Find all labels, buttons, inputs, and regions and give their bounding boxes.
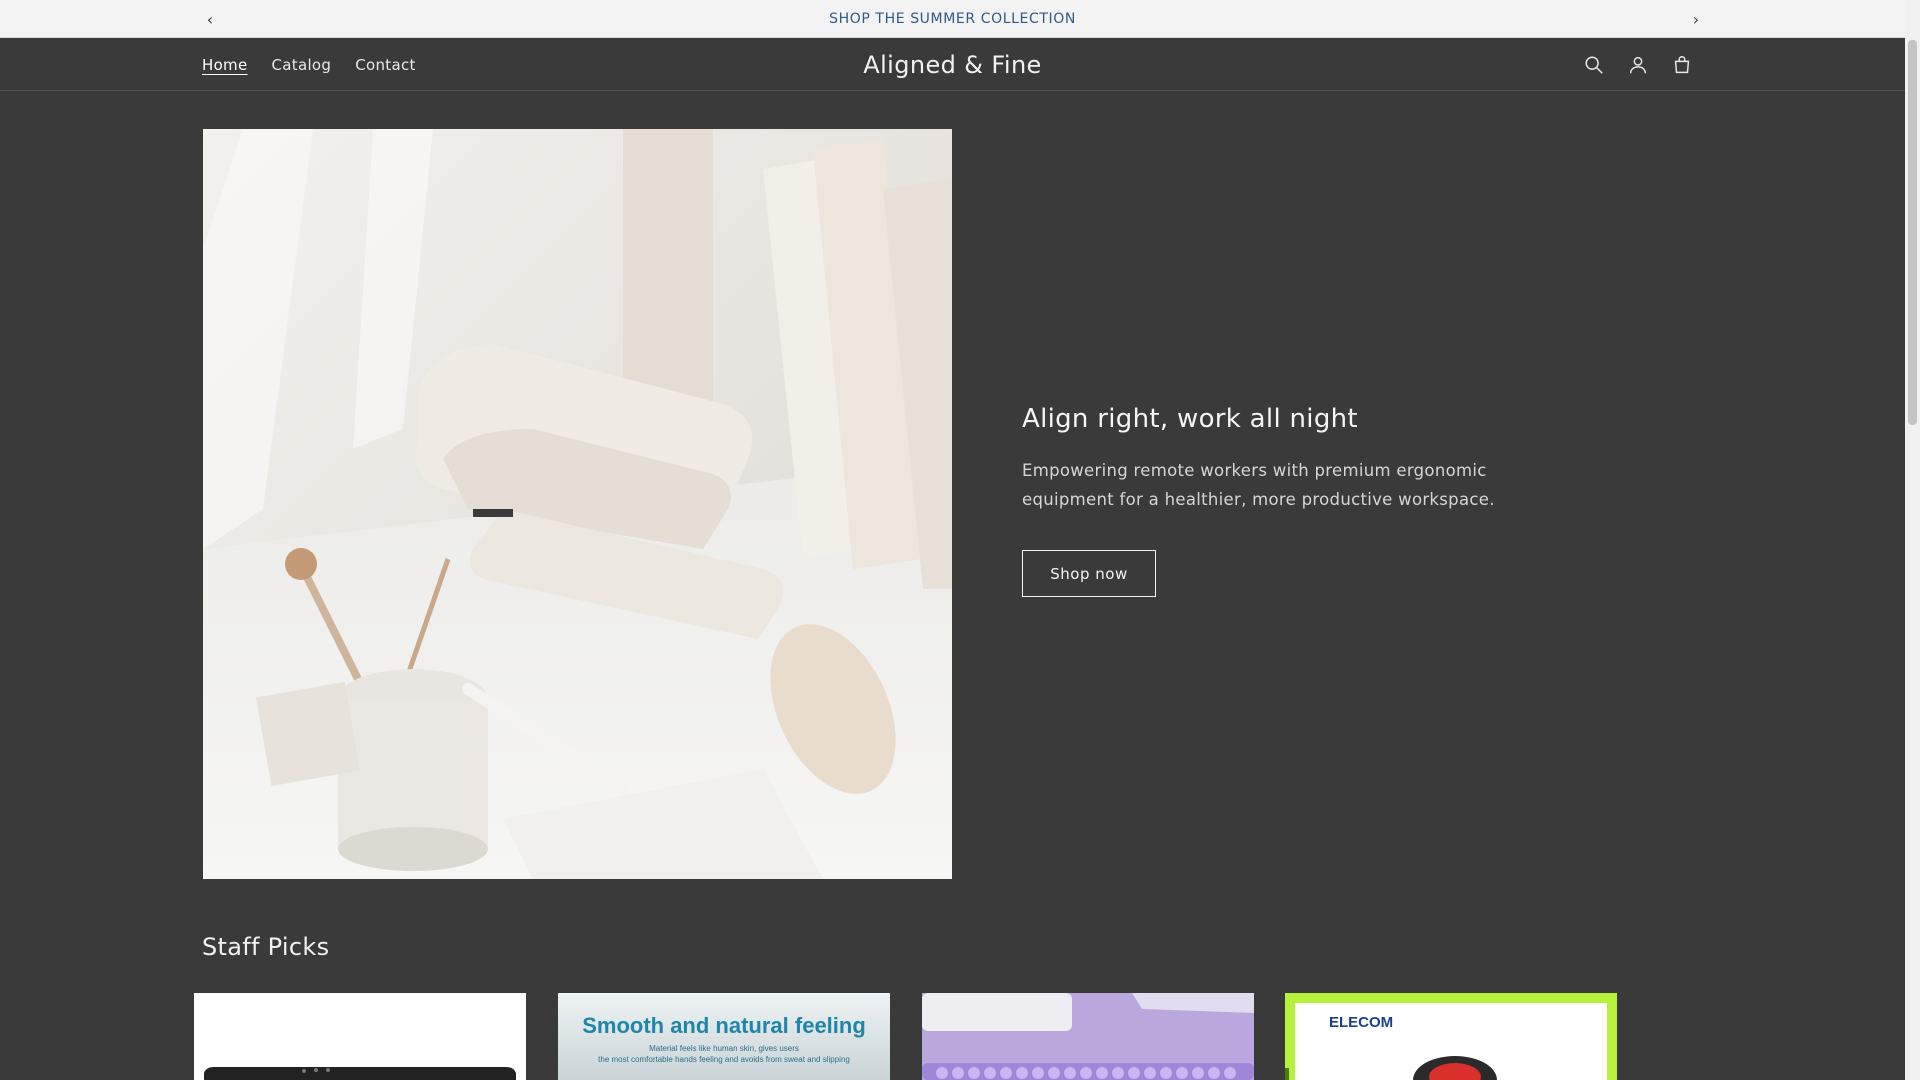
product-image-purple-keyboard <box>922 993 1254 1080</box>
nav-contact[interactable]: Contact <box>355 56 415 74</box>
card2-banner: Smooth and natural feeling <box>582 1013 866 1038</box>
product-card-3[interactable] <box>922 993 1254 1080</box>
page-scrollbar[interactable] <box>1905 0 1920 1080</box>
header-icons <box>1580 51 1696 79</box>
nav-catalog[interactable]: Catalog <box>272 56 332 74</box>
product-card-1[interactable] <box>194 993 526 1080</box>
cart-icon[interactable] <box>1668 51 1696 79</box>
chevron-right-icon[interactable]: › <box>1685 8 1707 30</box>
shop-now-button[interactable]: Shop now <box>1022 550 1156 597</box>
product-image-wristrest: Smooth and natural feeling Material feel… <box>558 993 890 1080</box>
hero-content: Align right, work all night Empowering r… <box>1022 404 1582 597</box>
product-image-trackball: ELECOM <box>1285 993 1617 1080</box>
card4-brand: ELECOM <box>1329 1014 1393 1031</box>
announcement-bar: ‹ SHOP THE SUMMER COLLECTION › <box>0 0 1905 38</box>
account-icon[interactable] <box>1624 51 1652 79</box>
announcement-text[interactable]: SHOP THE SUMMER COLLECTION <box>829 11 1076 27</box>
chevron-left-icon[interactable]: ‹ <box>199 8 221 30</box>
hero-desk-illustration <box>203 129 952 879</box>
main-nav: Home Catalog Contact <box>202 39 416 91</box>
brand-logo[interactable]: Aligned & Fine <box>863 51 1041 79</box>
search-icon[interactable] <box>1580 51 1608 79</box>
product-card-4[interactable]: ELECOM <box>1285 993 1617 1080</box>
card2-sub1: Material feels like human skin, gives us… <box>649 1044 799 1053</box>
hero-title: Align right, work all night <box>1022 404 1358 434</box>
product-card-2[interactable]: Smooth and natural feeling Material feel… <box>558 993 890 1080</box>
scrollbar-thumb[interactable] <box>1908 40 1917 425</box>
site-header: Aligned & Fine Home Catalog Contact <box>0 39 1905 91</box>
hero-image <box>203 129 952 879</box>
product-image-keyboard <box>194 993 526 1080</box>
hero-description: Empowering remote workers with premium e… <box>1022 461 1495 509</box>
nav-home[interactable]: Home <box>202 56 248 74</box>
card2-sub2: the most comfortable hands feeling and a… <box>598 1055 850 1064</box>
staff-picks-title: Staff Picks <box>202 933 330 961</box>
